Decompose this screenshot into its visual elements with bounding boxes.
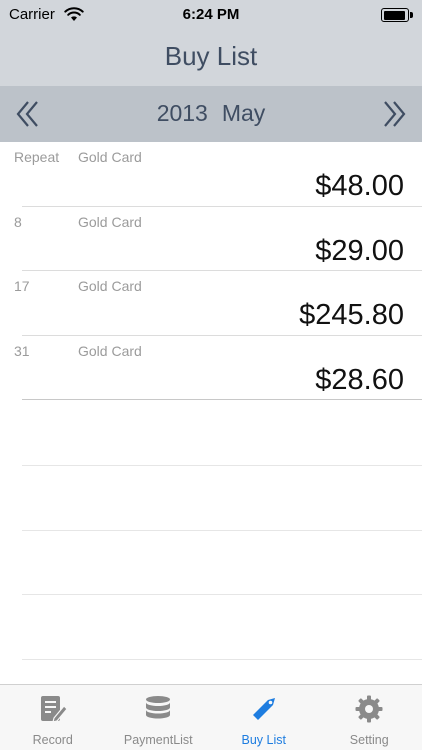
entry-amount: $48.00	[315, 170, 404, 202]
entry-card: Gold Card	[78, 213, 142, 230]
tab-buy-list[interactable]: Buy List	[211, 685, 317, 750]
tab-label: Record	[32, 733, 73, 747]
navigation-bar: Buy List	[0, 30, 422, 86]
database-icon	[146, 696, 171, 719]
list-item[interactable]: Repeat Gold Card $48.00	[0, 142, 422, 207]
entry-day: Repeat	[14, 149, 60, 165]
clock: 6:24 PM	[182, 6, 240, 23]
year-label: 2013	[156, 100, 208, 126]
tab-record[interactable]: Record	[0, 685, 106, 750]
tab-setting[interactable]: Setting	[317, 685, 422, 750]
entry-day: 31	[14, 342, 30, 359]
tab-label: PaymentList	[123, 733, 193, 747]
next-month-button[interactable]	[377, 98, 409, 130]
entry-amount: $29.00	[315, 234, 404, 267]
list-item[interactable]: 17 Gold Card $245.80	[0, 271, 422, 336]
tag-icon	[252, 698, 275, 720]
month-name-label: May	[221, 100, 266, 126]
empty-row-divider	[22, 659, 422, 660]
month-selector: 2013 May	[0, 86, 422, 142]
page-title: Buy List	[164, 41, 258, 71]
entry-card: Gold Card	[78, 342, 142, 359]
empty-row-divider	[22, 594, 422, 595]
tab-label: Buy List	[241, 733, 286, 747]
entry-amount: $245.80	[299, 299, 404, 332]
entry-amount: $28.60	[315, 363, 404, 396]
buy-list: Repeat Gold Card $48.00 8 Gold Card $29.…	[0, 142, 422, 400]
empty-row-divider	[22, 465, 422, 466]
entry-day: 8	[14, 213, 22, 230]
tab-paymentlist[interactable]: PaymentList	[106, 685, 212, 750]
entry-card: Gold Card	[78, 149, 142, 165]
battery-icon	[381, 8, 413, 22]
gear-icon	[355, 695, 383, 723]
month-label: 2013 May	[0, 100, 422, 127]
tab-label: Setting	[349, 733, 389, 747]
tab-bar: Record PaymentList Buy List Setting	[0, 684, 422, 750]
entry-card: Gold Card	[78, 278, 142, 295]
list-item[interactable]: 31 Gold Card $28.60	[0, 336, 422, 401]
status-bar: Carrier 6:24 PM	[0, 0, 422, 30]
empty-row-divider	[22, 530, 422, 531]
record-icon	[40, 696, 68, 723]
entry-day: 17	[14, 278, 30, 295]
list-item[interactable]: 8 Gold Card $29.00	[0, 207, 422, 272]
